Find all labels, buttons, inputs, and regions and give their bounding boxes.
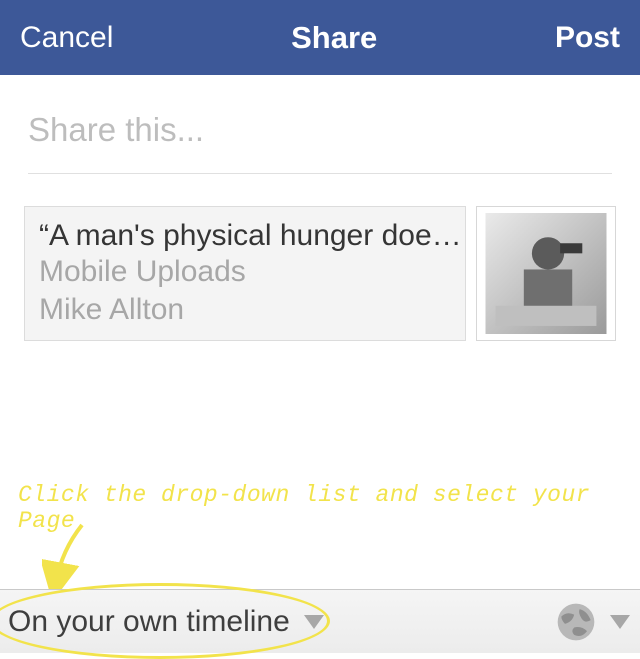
post-button[interactable]: Post xyxy=(555,21,620,55)
share-text-input[interactable] xyxy=(28,105,612,155)
privacy-dropdown[interactable] xyxy=(554,600,630,644)
divider xyxy=(28,173,612,174)
chevron-down-icon xyxy=(304,615,324,629)
audience-dropdown[interactable]: On your own timeline xyxy=(8,605,324,639)
attachment-text: “A man's physical hunger doe… Mobile Upl… xyxy=(24,206,466,341)
cancel-button[interactable]: Cancel xyxy=(20,21,113,55)
share-bottom-bar: On your own timeline xyxy=(0,589,640,653)
share-header: Cancel Share Post xyxy=(0,0,640,75)
audience-label: On your own timeline xyxy=(8,605,290,639)
header-title: Share xyxy=(291,20,377,56)
attachment-title: “A man's physical hunger doe… xyxy=(39,219,451,253)
chevron-down-icon xyxy=(610,615,630,629)
attachment-thumbnail xyxy=(476,206,616,341)
globe-icon xyxy=(554,600,598,644)
attachment-author: Mike Allton xyxy=(39,291,451,329)
attachment-subtitle: Mobile Uploads xyxy=(39,253,451,291)
attachment-card[interactable]: “A man's physical hunger doe… Mobile Upl… xyxy=(24,206,616,341)
annotation-text: Click the drop-down list and select your… xyxy=(18,482,640,534)
photo-icon xyxy=(483,213,609,334)
